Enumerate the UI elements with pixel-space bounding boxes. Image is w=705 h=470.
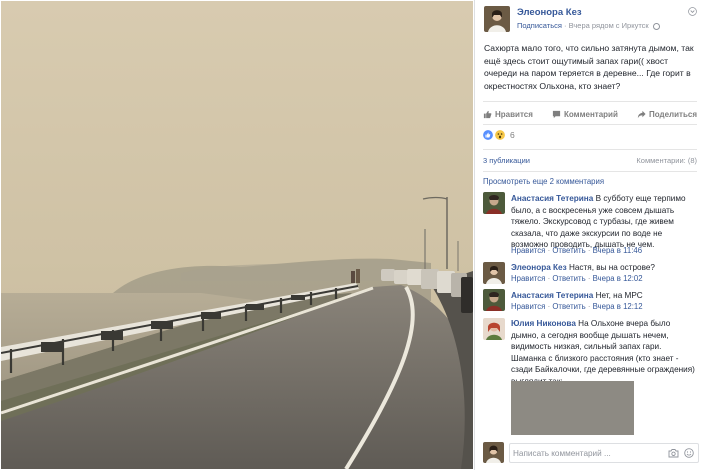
divider (483, 101, 697, 102)
share-label: Поделиться (648, 109, 697, 119)
view-more-comments-link[interactable]: Просмотреть еще 2 комментария (483, 177, 604, 186)
post-author-name[interactable]: Элеонора Кез (517, 7, 582, 18)
comments-count[interactable]: Комментарии: (8) (636, 156, 697, 165)
smoky-road-photo (1, 1, 473, 469)
comment-body: Элеонора Кез Настя, вы на острове? (511, 262, 696, 274)
comment-button[interactable]: Комментарий (552, 107, 618, 121)
subscribe-link[interactable]: Подписаться (517, 21, 562, 30)
post-side-panel: Элеонора Кез Подписаться · Вчера рядом с… (474, 0, 705, 470)
comment-meta: Нравится · Ответить · Вчера в 11:46 (511, 246, 643, 255)
reactions-summary[interactable]: 6 (483, 130, 515, 140)
comment-input[interactable] (510, 444, 650, 462)
current-user-avatar (483, 442, 504, 463)
commenter-avatar[interactable] (483, 289, 505, 311)
share-icon (637, 110, 646, 118)
chevron-down-icon[interactable] (688, 7, 697, 16)
camera-icon[interactable] (668, 448, 679, 458)
comment-like-link[interactable]: Нравится (511, 246, 545, 255)
comment-time[interactable]: Вчера в 11:46 (593, 246, 642, 255)
commenter-name[interactable]: Элеонора Кез (511, 263, 567, 272)
commenter-name[interactable]: Анастасия Тетерина (511, 291, 593, 300)
comment-icon (552, 110, 561, 118)
like-button[interactable]: Нравится (483, 107, 533, 121)
globe-icon (652, 22, 660, 30)
comment-time[interactable]: Вчера в 12:12 (593, 302, 643, 311)
comment-meta: Нравится · Ответить · Вчера в 12:12 (511, 302, 643, 311)
comment-reply-link[interactable]: Ответить (552, 274, 585, 283)
commenter-avatar[interactable] (483, 262, 505, 284)
commenter-name[interactable]: Анастасия Тетерина (511, 194, 593, 203)
post-meta: Подписаться · Вчера рядом с Иркутск (517, 21, 660, 30)
author-avatar[interactable] (484, 6, 510, 32)
comment-text: На Ольхоне вчера было дымно, а сегодня в… (511, 319, 695, 386)
divider (483, 171, 697, 172)
divider (483, 124, 697, 125)
thumbs-up-icon (483, 110, 492, 118)
comment-label: Комментарий (564, 109, 618, 119)
share-button[interactable]: Поделиться (637, 107, 697, 121)
comment-meta: Нравится · Ответить · Вчера в 12:02 (511, 274, 643, 283)
commenter-avatar[interactable] (483, 318, 505, 340)
reaction-count: 6 (510, 130, 515, 140)
comment-text: Нет, на МРС (595, 291, 643, 300)
comment-composer (475, 441, 705, 466)
commenter-name[interactable]: Юлия Никонова (511, 319, 576, 328)
wow-reaction-icon (495, 130, 505, 140)
shares-count-link[interactable]: 3 публикации (483, 156, 530, 165)
post-text: Сахюрта мало того, что сильно затянута д… (484, 43, 694, 92)
comment-reply-link[interactable]: Ответить (552, 246, 585, 255)
comment-reply-link[interactable]: Ответить (552, 302, 585, 311)
comment-input-box[interactable] (509, 443, 699, 463)
meta-separator: · (561, 21, 569, 30)
like-reaction-icon (483, 130, 493, 140)
comment-like-link[interactable]: Нравится (511, 274, 545, 283)
comment-like-link[interactable]: Нравится (511, 302, 545, 311)
comment-text: Настя, вы на острове? (568, 263, 655, 272)
comment-attached-photo[interactable] (511, 381, 634, 435)
emoji-icon[interactable] (684, 448, 694, 458)
post-actions: Нравится Комментарий Поделиться (483, 107, 697, 121)
like-label: Нравится (495, 109, 533, 119)
post-time-place[interactable]: Вчера рядом с Иркутск (569, 21, 649, 30)
comment-time[interactable]: Вчера в 12:02 (593, 274, 643, 283)
divider (483, 149, 697, 150)
post-photo[interactable] (1, 1, 473, 469)
commenter-avatar[interactable] (483, 192, 505, 214)
comment-body: Анастасия Тетерина Нет, на МРС (511, 290, 696, 302)
comment-body: Юлия Никонова На Ольхоне вчера было дымн… (511, 318, 696, 388)
comment-body: Анастасия Тетерина В субботу еще терпимо… (511, 193, 696, 251)
